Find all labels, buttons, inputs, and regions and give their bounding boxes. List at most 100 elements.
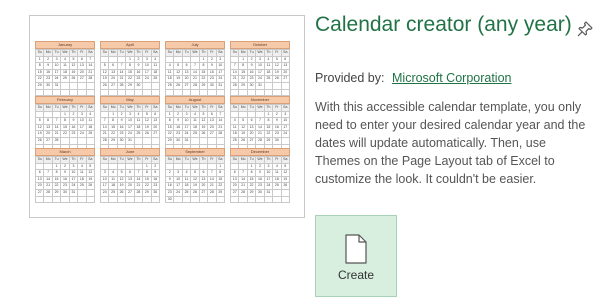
month-preview: July Su Mo Tu We Th Fr Sa 1 2 3 4 5 6 7 8 9 10 11 12 13 14 15 1… bbox=[165, 41, 225, 97]
day-cell: 10 bbox=[182, 118, 192, 125]
day-cell bbox=[216, 196, 225, 204]
day-cell: 25 bbox=[182, 189, 192, 197]
day-cell: 3 bbox=[182, 111, 192, 119]
day-cell: 18 bbox=[109, 183, 118, 190]
day-cell: 23 bbox=[256, 183, 265, 190]
day-cell: 25 bbox=[109, 189, 118, 197]
day-cell: 23 bbox=[61, 183, 70, 190]
day-cell: 26 bbox=[101, 82, 110, 90]
day-cell: 6 bbox=[281, 56, 290, 64]
day-cell: 22 bbox=[61, 131, 70, 138]
day-cell: 8 bbox=[199, 63, 209, 70]
weekday-cell: Sa bbox=[216, 105, 225, 112]
weekday-cell: Th bbox=[199, 50, 209, 57]
day-cell: 18 bbox=[231, 131, 240, 138]
day-cell: 7 bbox=[208, 170, 217, 177]
day-cell: 3 bbox=[216, 56, 225, 64]
weekday-cell: We bbox=[126, 50, 135, 57]
day-cell: 22 bbox=[247, 183, 257, 190]
weekday-cell: We bbox=[256, 105, 265, 112]
day-cell: 5 bbox=[101, 63, 110, 70]
day-cell: 19 bbox=[174, 76, 183, 83]
day-cell: 12 bbox=[69, 63, 79, 70]
weekday-cell: Fr bbox=[143, 105, 152, 112]
day-cell bbox=[134, 137, 144, 145]
day-cell bbox=[69, 196, 79, 204]
day-cell: 19 bbox=[239, 131, 248, 138]
day-cell: 26 bbox=[86, 183, 95, 190]
day-cell: 2 bbox=[174, 111, 183, 119]
day-cell: 26 bbox=[191, 189, 200, 197]
day-cell: 28 bbox=[134, 189, 144, 197]
day-cell: 23 bbox=[166, 189, 175, 197]
day-cell bbox=[174, 163, 183, 171]
month-grid: Su Mo Tu We Th Fr Sa 1 2 3 4 5 6 7 8 9 10 11 12 13 14 15 16 17 1… bbox=[35, 156, 95, 204]
day-cell: 4 bbox=[273, 163, 282, 171]
day-cell: 8 bbox=[166, 118, 175, 125]
weekday-cell: Mo bbox=[109, 157, 118, 164]
day-cell: 11 bbox=[134, 118, 144, 125]
day-cell: 8 bbox=[264, 118, 274, 125]
document-icon bbox=[344, 234, 368, 264]
day-cell: 15 bbox=[52, 176, 62, 184]
weekday-cell: Sa bbox=[86, 50, 95, 57]
create-button[interactable]: Create bbox=[315, 215, 397, 297]
day-cell bbox=[256, 196, 265, 204]
weekday-cell: Fr bbox=[208, 50, 217, 57]
day-cell: 22 bbox=[109, 131, 118, 138]
day-cell: 4 bbox=[109, 170, 118, 177]
day-cell: 1 bbox=[36, 56, 45, 64]
day-cell: 9 bbox=[61, 170, 70, 177]
weekday-cell: Sa bbox=[151, 105, 160, 112]
pin-icon[interactable] bbox=[576, 20, 594, 38]
weekday-cell: Th bbox=[264, 157, 274, 164]
day-cell: 12 bbox=[174, 69, 183, 77]
weekday-cell: Fr bbox=[208, 105, 217, 112]
day-cell: 26 bbox=[69, 76, 79, 83]
month-name: July bbox=[165, 41, 225, 49]
day-cell: 27 bbox=[199, 189, 209, 197]
day-cell: 8 bbox=[143, 170, 152, 177]
weekday-cell: Fr bbox=[78, 105, 87, 112]
provided-by-label: Provided by: bbox=[315, 71, 385, 85]
day-cell: 20 bbox=[36, 183, 45, 190]
day-cell: 5 bbox=[36, 118, 45, 125]
weekday-cell: We bbox=[191, 105, 200, 112]
weekday-cell: Th bbox=[69, 105, 79, 112]
day-cell: 3 bbox=[126, 111, 135, 119]
day-cell: 20 bbox=[182, 76, 192, 83]
provider-link[interactable]: Microsoft Corporation bbox=[392, 71, 512, 85]
day-cell bbox=[109, 163, 118, 171]
day-cell: 17 bbox=[78, 124, 87, 132]
day-cell: 4 bbox=[191, 111, 200, 119]
day-cell: 10 bbox=[101, 176, 110, 184]
day-cell: 13 bbox=[126, 176, 135, 184]
day-cell: 25 bbox=[273, 183, 282, 190]
day-cell bbox=[44, 196, 53, 204]
day-cell: 31 bbox=[182, 137, 192, 145]
day-cell bbox=[191, 163, 200, 171]
weekday-cell: Mo bbox=[239, 50, 248, 57]
day-cell: 15 bbox=[247, 176, 257, 184]
weekday-cell: Mo bbox=[44, 105, 53, 112]
day-cell: 4 bbox=[166, 63, 175, 70]
day-cell: 16 bbox=[44, 69, 53, 77]
day-cell: 7 bbox=[256, 118, 265, 125]
day-cell bbox=[174, 56, 183, 64]
day-cell: 17 bbox=[256, 69, 265, 77]
weekday-cell: We bbox=[256, 157, 265, 164]
day-cell: 30 bbox=[273, 137, 282, 145]
day-cell bbox=[264, 82, 274, 90]
month-preview: January Su Mo Tu We Th Fr Sa 1 2 3 4 5 6 7 8 9 10 11 12 13 14… bbox=[35, 41, 95, 97]
day-cell: 14 bbox=[216, 118, 225, 125]
day-cell: 3 bbox=[281, 111, 290, 119]
day-cell: 17 bbox=[264, 176, 274, 184]
day-cell: 28 bbox=[231, 82, 240, 90]
day-cell: 19 bbox=[273, 69, 282, 77]
day-cell bbox=[231, 163, 240, 171]
weekday-cell: Su bbox=[231, 50, 240, 57]
day-cell bbox=[191, 137, 200, 145]
day-cell: 20 bbox=[151, 124, 160, 132]
day-cell: 11 bbox=[78, 170, 87, 177]
month-name: April bbox=[100, 41, 160, 49]
